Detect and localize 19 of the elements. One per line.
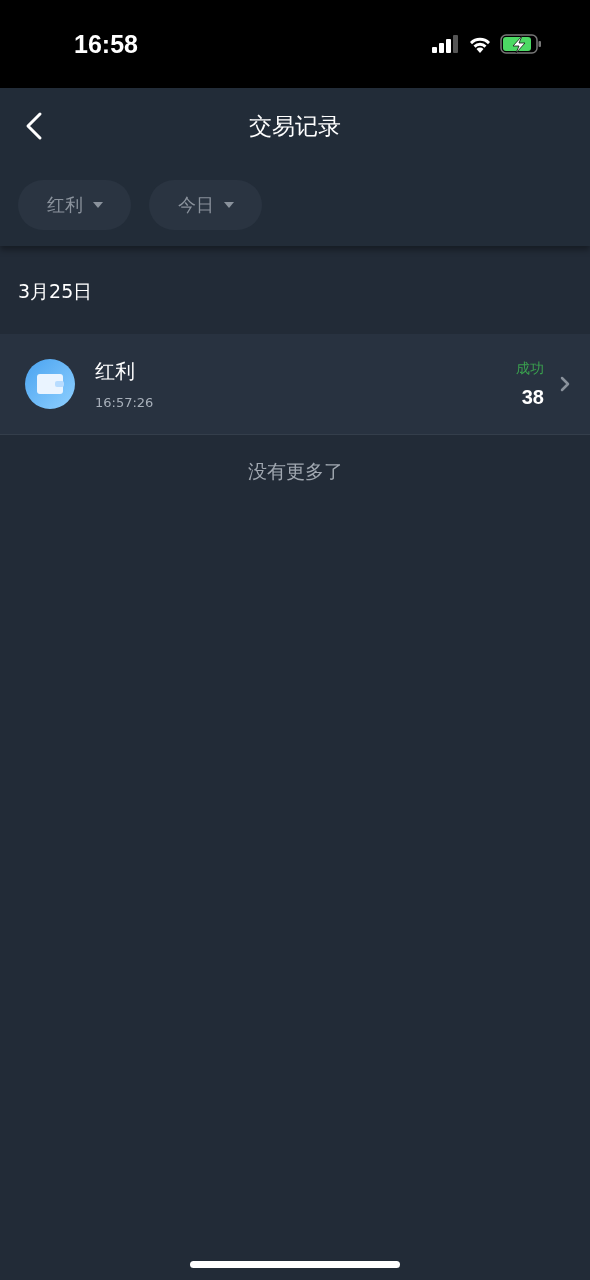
caret-icon bbox=[92, 201, 103, 209]
clock: 16:58 bbox=[74, 29, 138, 59]
amount: 38 bbox=[521, 385, 544, 409]
end-of-list-text: 没有更多了 bbox=[247, 459, 343, 484]
back-button[interactable] bbox=[24, 111, 44, 141]
chevron-right-icon bbox=[560, 376, 570, 392]
transaction-type: 红利 bbox=[95, 358, 136, 385]
transaction-time: 16:57:26 bbox=[95, 395, 155, 410]
caret-icon bbox=[223, 201, 234, 209]
date-heading: 3月25日 bbox=[18, 279, 93, 304]
filter-dropdown[interactable]: 今日 bbox=[149, 180, 262, 230]
transaction-row[interactable]: 红利 16:57:26 成功 38 bbox=[0, 334, 590, 435]
wallet-icon bbox=[25, 359, 75, 409]
status-label: 成功 bbox=[516, 359, 544, 378]
filter-dropdown[interactable]: 红利 bbox=[18, 180, 131, 230]
page-title: 交易记录 bbox=[249, 111, 341, 141]
signal-icon bbox=[432, 35, 460, 53]
battery-charging-icon bbox=[500, 34, 542, 54]
wifi-icon bbox=[468, 35, 492, 53]
